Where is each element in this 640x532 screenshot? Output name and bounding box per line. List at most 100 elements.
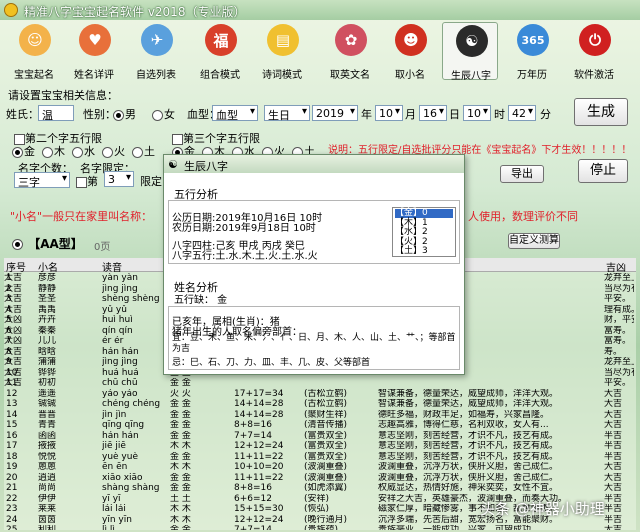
surname-input[interactable]: 温 (38, 105, 74, 121)
table-cell: 当尽为有成。 (604, 367, 634, 378)
custom-calc-button[interactable]: 自定义测算 (508, 233, 560, 249)
table-cell: 金 金 (170, 409, 191, 420)
table-row[interactable]: 12 遥遥 yáo yáo 火 火 17+17=34 (古松立鹤) 智谋兼备，德量荣达，威望… (4, 389, 636, 400)
column-header[interactable]: 序号 (6, 259, 26, 274)
table-row[interactable]: 11 初初 chū chū 金 金平安。 大吉 (4, 378, 636, 389)
table-row[interactable]: 20 逍逍 xiāo xiāo 金 金 11+11=22 (波澜重叠) 波澜重叠，沉浮万状，… (4, 473, 636, 484)
table-row[interactable]: 15 青青 qīng qīng 金 金 8+8=16 (清音传播) 志趣高雅，博得仁慈，名利… (4, 420, 636, 431)
element-count-item[interactable]: 【金】0 (395, 209, 453, 218)
month-select[interactable]: 10 (375, 105, 403, 121)
toolbar-button-9[interactable]: ⏻ 软件激活 (566, 22, 622, 81)
toolbar-icon: ☯ (456, 25, 488, 57)
table-cell: 23 (6, 504, 18, 514)
element-radio[interactable]: 火 (102, 143, 125, 159)
gender-female-radio[interactable]: 女 (152, 106, 175, 122)
toolbar-icon: ▤ (267, 24, 299, 56)
table-cell: qín qín (102, 325, 133, 336)
toolbar-button-6[interactable]: ☻ 取小名 (382, 22, 438, 81)
element-radio[interactable]: 水 (72, 143, 95, 159)
table-cell: (聚财生祥) (304, 409, 348, 420)
toolbar-button-0[interactable]: ☺ 宝宝起名 (6, 22, 62, 81)
table-cell: 大吉 (4, 346, 23, 357)
char-position-select[interactable]: 3 (104, 171, 134, 187)
table-row[interactable]: 21 尚尚 shàng shàng 金 金 8+8=16 (如虎添翼) 权威显达，热情好施，… (4, 483, 636, 494)
table-cell: 波澜重叠，沉浮万状，侠肝义胆，舍己成仁。 (378, 472, 559, 483)
table-cell: 彦彦 (38, 273, 57, 283)
table-cell: 半吉 (604, 441, 623, 451)
dialog-title: 生辰八字 (184, 160, 228, 173)
table-cell: 逍逍 (38, 472, 57, 483)
hour-select[interactable]: 10 (463, 105, 491, 121)
hour-label: 时 (494, 108, 505, 121)
table-cell: (安祥) (304, 493, 330, 504)
table-cell: 火 火 (170, 388, 191, 399)
table-cell: 金 金 (170, 430, 191, 441)
export-button[interactable]: 导出 (500, 165, 544, 183)
element-radio[interactable]: 金 (12, 143, 35, 159)
element-radio[interactable]: 土 (132, 143, 155, 159)
table-cell: 大吉 (4, 294, 23, 304)
table-cell: 17+17=34 (234, 388, 284, 399)
type-radio[interactable]: 【AA型】 (12, 235, 83, 252)
gender-male-radio[interactable]: 男 (113, 106, 136, 122)
column-header[interactable]: 吉凶 (606, 259, 626, 274)
table-cell: 理有成。 (604, 304, 634, 315)
birthday-select[interactable]: 生日 (264, 105, 310, 122)
table-cell: 11+11=22 (234, 451, 284, 462)
table-row[interactable]: 17 掖掖 jiē jiē 木 木 12+12=24 (富贵双全) 意志坚刚，刻苦经营，才识… (4, 441, 636, 452)
year-label: 年 (361, 108, 372, 121)
radio-icon (42, 146, 53, 158)
toolbar-button-4[interactable]: ▤ 诗词模式 (254, 22, 310, 81)
table-row[interactable]: 18 悦悦 yuè yuè 金 金 11+11=22 (富贵双全) 意志坚刚，刻苦经营，才识… (4, 452, 636, 463)
name-count-select[interactable]: 三字 (14, 172, 70, 189)
table-cell: 莱莱 (38, 504, 57, 514)
element-count-item[interactable]: 【土】3 (395, 247, 453, 256)
table-cell: 木 木 (170, 441, 191, 451)
table-row[interactable]: 16 函函 hán hán 金 金 7+7=14 (富贵双全) 意志坚刚，刻苦经营，才识不凡… (4, 431, 636, 442)
column-header[interactable]: 小名 (38, 259, 58, 274)
table-cell: 圣圣 (38, 294, 57, 304)
element-count-item[interactable]: 【水】2 (395, 228, 453, 237)
checkbox-icon (76, 176, 87, 188)
toolbar-button-3[interactable]: 福组合模式 (192, 22, 248, 81)
table-row[interactable]: 19 蒽蒽 ēn ēn 木 木 10+10=20 (波澜重叠) 波澜重叠，沉浮万状，侠肝义胆… (4, 462, 636, 473)
blood-type-select[interactable]: 血型 (212, 105, 258, 122)
table-cell: 智谋兼备，德量荣达，威望成师，洋洋大观。 (378, 399, 559, 409)
table-cell: 15 (6, 420, 18, 430)
yin-yang-icon: ☯ (168, 158, 178, 171)
table-cell: 大吉 (4, 304, 23, 315)
year-select[interactable]: 2019 (312, 105, 358, 121)
radio-selected-icon (113, 109, 124, 121)
table-cell: 秦秦 (38, 325, 57, 336)
table-cell: 平安。 (604, 294, 632, 304)
column-header[interactable]: 读音 (102, 259, 122, 274)
element-radio[interactable]: 木 (42, 143, 65, 159)
gender-label: 性别： (83, 108, 116, 121)
day-select[interactable]: 16 (419, 105, 447, 121)
table-cell: 龙弃至上。 (604, 273, 634, 283)
stop-button[interactable]: 停止 (578, 159, 628, 183)
toolbar-button-2[interactable]: ✈ 自选列表 (128, 22, 184, 81)
table-cell: 大吉 (604, 399, 623, 409)
table-cell: 14 (6, 409, 18, 420)
favorable-radicals: 宜：豆、禾、鱼、米、氵、亻、日、月、木、人、山、土、艹、；等部首为吉 (172, 333, 456, 354)
table-cell: 波澜重叠，沉浮万状，侠肝义胆，舍己成仁。 (378, 462, 559, 472)
table-cell: yuè yuè (102, 451, 138, 462)
table-row[interactable]: 14 晋晋 jìn jìn 金 金 14+14=28 (聚财生祥) 德旺多福，财政丰足，如福… (4, 410, 636, 421)
app-logo-icon (4, 3, 18, 17)
table-cell: 8+8=16 (234, 420, 272, 430)
minute-label: 分 (540, 108, 551, 121)
toolbar-button-1[interactable]: ♥ 姓名详评 (66, 22, 122, 81)
toolbar-button-8[interactable]: 365 万年历 (504, 22, 560, 81)
minute-select[interactable]: 42 (508, 105, 536, 121)
table-cell: 12+12=24 (234, 441, 284, 451)
toolbar-button-5[interactable]: ✿ 取英文名 (322, 22, 378, 81)
table-cell: 蒽蒽 (38, 462, 57, 472)
table-row[interactable]: 13 铖铖 chéng chéng 金 金 14+14=28 (古松立鹤) 智谋兼备，德量荣… (4, 399, 636, 410)
table-cell: jìn jìn (102, 409, 127, 420)
char-position-checkbox[interactable]: 第 (76, 173, 98, 189)
generate-button[interactable]: 生成 (574, 98, 628, 126)
table-row[interactable]: 25 利利 lì lì 金 金 7+7=14 (贵族蕴) 贵族毫业，一能成功，兴家，可望成功… (4, 525, 636, 530)
element-count-list[interactable]: 【金】0 【木】1 【水】2 【火】2 【土】3 (392, 207, 456, 257)
toolbar-button-7[interactable]: ☯ 生辰八字 (442, 22, 498, 82)
